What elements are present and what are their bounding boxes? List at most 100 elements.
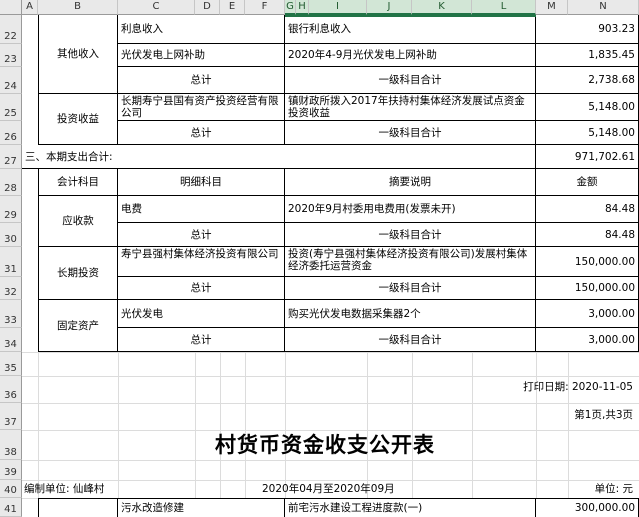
cell-fixed-label[interactable]: 固定资产 xyxy=(39,300,118,352)
print-date[interactable]: 打印日期: 2020-11-05 xyxy=(523,381,633,393)
col-header-m[interactable]: M xyxy=(536,0,568,15)
col-header-c[interactable]: C xyxy=(118,0,195,15)
cell-fixed-total-amount[interactable]: 3,000.00 xyxy=(536,328,639,352)
gridline xyxy=(536,352,537,498)
cell-receivable-total-summary[interactable]: 一级科目合计 xyxy=(285,223,536,247)
cell-lt-invest-detail[interactable]: 寿宁县强村集体经济投资有限公司 xyxy=(118,247,285,277)
row-header-40[interactable]: 40 xyxy=(0,480,22,498)
cell-r41-subject[interactable] xyxy=(39,499,118,517)
gridline xyxy=(412,352,413,498)
cell-lt-invest-summary[interactable]: 投资(寿宁县强村集体经济投资有限公司)发展村集体经济委托运营资金 xyxy=(285,247,536,277)
row-header-30[interactable]: 30 xyxy=(0,223,22,247)
gridline xyxy=(472,352,473,498)
org-unit[interactable]: 编制单位: 仙峰村 xyxy=(24,483,104,495)
col-header-g[interactable]: G xyxy=(285,0,296,15)
cell-elec-amount[interactable]: 84.48 xyxy=(536,196,639,223)
cell-expense-section-label[interactable]: 三、本期支出合计: xyxy=(22,145,536,169)
col-header-l[interactable]: L xyxy=(472,0,536,15)
header-amount[interactable]: 金额 xyxy=(536,169,639,196)
cell-r41-detail[interactable]: 污水改造修建 xyxy=(118,499,285,517)
cell-lt-total-summary[interactable]: 一级科目合计 xyxy=(285,277,536,300)
col-header-e[interactable]: E xyxy=(220,0,245,15)
col-header-j[interactable]: J xyxy=(367,0,412,15)
cell-lt-invest-amount[interactable]: 150,000.00 xyxy=(536,247,639,277)
report-period[interactable]: 2020年04月至2020年09月 xyxy=(262,483,395,495)
col-header-h[interactable]: H xyxy=(296,0,309,15)
gridline xyxy=(220,352,221,498)
gridline xyxy=(245,352,246,498)
cell-other-income-label[interactable]: 其他收入 xyxy=(39,15,118,94)
cell-invest-summary[interactable]: 镇财政所拨入2017年扶持村集体经济发展试点资金投资收益 xyxy=(285,94,536,121)
row-header-28[interactable]: 28 xyxy=(0,169,22,196)
row-header-32[interactable]: 32 xyxy=(0,277,22,300)
gridline xyxy=(568,352,569,498)
row-header-23[interactable]: 23 xyxy=(0,44,22,67)
cell-lt-total-label[interactable]: 总计 xyxy=(118,277,285,300)
row-header-29[interactable]: 29 xyxy=(0,196,22,223)
cell-invest-total-amount[interactable]: 5,148.00 xyxy=(536,121,639,145)
cell-invest-label[interactable]: 投资收益 xyxy=(39,94,118,145)
col-header-k[interactable]: K xyxy=(412,0,472,15)
page-info[interactable]: 第1页,共3页 xyxy=(574,409,633,421)
cell-fixed-total-summary[interactable]: 一级科目合计 xyxy=(285,328,536,352)
col-header-n[interactable]: N xyxy=(568,0,639,15)
cell-interest-detail[interactable]: 利息收入 xyxy=(118,15,285,44)
cell-pv-summary[interactable]: 2020年4-9月光伏发电上网补助 xyxy=(285,44,536,67)
col-header-a[interactable]: A xyxy=(22,0,38,15)
cell-invest-detail[interactable]: 长期寿宁县国有资产投资经营有限公司 xyxy=(118,94,285,121)
row-header-34[interactable]: 34 xyxy=(0,328,22,352)
currency-unit[interactable]: 单位: 元 xyxy=(595,483,633,495)
report-title[interactable]: 村货币资金收支公开表 xyxy=(180,430,470,460)
cell-invest-total-summary[interactable]: 一级科目合计 xyxy=(285,121,536,145)
row-header-39[interactable]: 39 xyxy=(0,460,22,480)
gridline xyxy=(38,352,39,498)
cell-r41-summary[interactable]: 前宅污水建设工程进度款(一) xyxy=(285,499,536,517)
cell-fixed-detail[interactable]: 光伏发电 xyxy=(118,300,285,328)
col-header-b[interactable]: B xyxy=(38,0,118,15)
cell-pv-detail[interactable]: 光伏发电上网补助 xyxy=(118,44,285,67)
select-all-corner[interactable] xyxy=(0,0,22,15)
header-subject[interactable]: 会计科目 xyxy=(39,169,118,196)
cell-invest-amount[interactable]: 5,148.00 xyxy=(536,94,639,121)
cell-fixed-total-label[interactable]: 总计 xyxy=(118,328,285,352)
col-header-i[interactable]: I xyxy=(309,0,367,15)
row-header-38[interactable]: 38 xyxy=(0,430,22,460)
cell-fixed-amount[interactable]: 3,000.00 xyxy=(536,300,639,328)
cell-receivable-total-amount[interactable]: 84.48 xyxy=(536,223,639,247)
row-header-26[interactable]: 26 xyxy=(0,121,22,145)
col-header-f[interactable]: F xyxy=(245,0,285,15)
gridline xyxy=(22,460,639,461)
cell-r41-amount[interactable]: 300,000.00 xyxy=(536,499,639,517)
cell-lt-total-amount[interactable]: 150,000.00 xyxy=(536,277,639,300)
gridline xyxy=(22,376,639,377)
cell-elec-summary[interactable]: 2020年9月村委用电费用(发票未开) xyxy=(285,196,536,223)
cell-expense-section-amount[interactable]: 971,702.61 xyxy=(536,145,639,169)
col-header-d[interactable]: D xyxy=(195,0,220,15)
cell-other-total-label[interactable]: 总计 xyxy=(118,67,285,94)
cell-interest-summary[interactable]: 银行利息收入 xyxy=(285,15,536,44)
row-header-22[interactable]: 22 xyxy=(0,15,22,44)
row-header-27[interactable]: 27 xyxy=(0,145,22,169)
row-header-25[interactable]: 25 xyxy=(0,94,22,121)
row-header-41[interactable]: 41 xyxy=(0,498,22,517)
cell-other-total-summary[interactable]: 一级科目合计 xyxy=(285,67,536,94)
header-summary[interactable]: 摘要说明 xyxy=(285,169,536,196)
cell-lt-invest-label[interactable]: 长期投资 xyxy=(39,247,118,300)
row-header-37[interactable]: 37 xyxy=(0,403,22,430)
spreadsheet-grid[interactable]: A B C D E F G H I J K L M N 22 23 24 25 … xyxy=(0,0,639,517)
row-header-33[interactable]: 33 xyxy=(0,300,22,328)
cell-invest-total-label[interactable]: 总计 xyxy=(118,121,285,145)
cell-receivable-label[interactable]: 应收款 xyxy=(39,196,118,247)
row-header-31[interactable]: 31 xyxy=(0,247,22,277)
header-detail[interactable]: 明细科目 xyxy=(118,169,285,196)
cell-interest-amount[interactable]: 903.23 xyxy=(536,15,639,44)
cell-fixed-summary[interactable]: 购买光伏发电数据采集器2个 xyxy=(285,300,536,328)
row-header-35[interactable]: 35 xyxy=(0,352,22,376)
cell-other-total-amount[interactable]: 2,738.68 xyxy=(536,67,639,94)
row-header-36[interactable]: 36 xyxy=(0,376,22,403)
cell-receivable-total-label[interactable]: 总计 xyxy=(118,223,285,247)
cell-elec-detail[interactable]: 电费 xyxy=(118,196,285,223)
row-header-24[interactable]: 24 xyxy=(0,67,22,94)
cell-pv-amount[interactable]: 1,835.45 xyxy=(536,44,639,67)
column-a-area xyxy=(22,15,38,352)
